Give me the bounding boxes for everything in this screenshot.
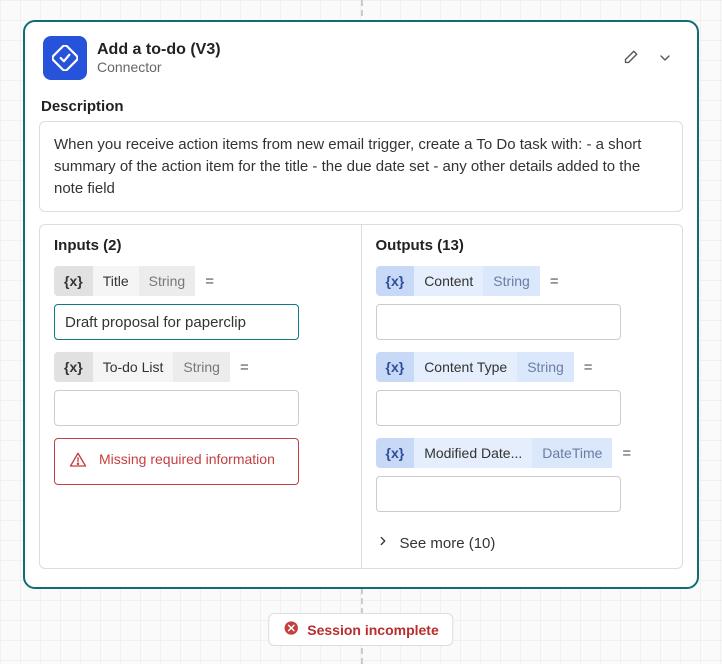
warning-icon bbox=[69, 451, 87, 472]
param-type: DateTime bbox=[532, 438, 612, 468]
equals-sign: = bbox=[620, 445, 633, 462]
param-pill[interactable]: {x} Content Type String bbox=[376, 352, 574, 382]
token-icon: {x} bbox=[376, 352, 415, 382]
equals-sign: = bbox=[238, 359, 251, 376]
token-icon: {x} bbox=[54, 352, 93, 382]
input-value-field[interactable] bbox=[54, 304, 299, 340]
param-pill[interactable]: {x} Content String bbox=[376, 266, 540, 296]
error-text: Missing required information bbox=[99, 451, 275, 467]
param-name: Title bbox=[93, 266, 139, 296]
equals-sign: = bbox=[203, 273, 216, 290]
output-param: {x} Content String = bbox=[376, 266, 669, 340]
token-icon: {x} bbox=[376, 438, 415, 468]
param-pill[interactable]: {x} To-do List String bbox=[54, 352, 230, 382]
session-status-chip[interactable]: Session incomplete bbox=[268, 613, 453, 646]
card-title: Add a to-do (V3) bbox=[97, 41, 611, 59]
inputs-title: Inputs (2) bbox=[54, 237, 347, 254]
output-value-field[interactable] bbox=[376, 390, 621, 426]
param-type: String bbox=[173, 352, 230, 382]
param-type: String bbox=[517, 352, 574, 382]
error-message: Missing required information bbox=[54, 438, 299, 485]
param-name: To-do List bbox=[93, 352, 174, 382]
param-name: Content bbox=[414, 266, 483, 296]
chevron-down-icon[interactable] bbox=[657, 50, 673, 66]
param-type: String bbox=[483, 266, 540, 296]
param-pill[interactable]: {x} Title String bbox=[54, 266, 195, 296]
description-label: Description bbox=[39, 92, 683, 121]
param-type: String bbox=[139, 266, 196, 296]
session-status-text: Session incomplete bbox=[307, 622, 438, 638]
input-param: {x} To-do List String = bbox=[54, 352, 347, 426]
outputs-panel: Outputs (13) {x} Content String = {x} bbox=[361, 225, 683, 568]
input-param: {x} Title String = bbox=[54, 266, 347, 340]
inputs-panel: Inputs (2) {x} Title String = {x} To-d bbox=[40, 225, 361, 568]
description-text: When you receive action items from new e… bbox=[39, 121, 683, 212]
edit-icon[interactable] bbox=[621, 49, 639, 67]
see-more-button[interactable]: See more (10) bbox=[376, 524, 669, 552]
equals-sign: = bbox=[548, 273, 561, 290]
connector-icon bbox=[43, 36, 87, 80]
output-value-field[interactable] bbox=[376, 304, 621, 340]
token-icon: {x} bbox=[376, 266, 415, 296]
output-value-field[interactable] bbox=[376, 476, 621, 512]
action-card: Add a to-do (V3) Connector Description W… bbox=[23, 20, 699, 589]
token-icon: {x} bbox=[54, 266, 93, 296]
card-header: Add a to-do (V3) Connector bbox=[39, 32, 683, 92]
param-name: Content Type bbox=[414, 352, 517, 382]
card-subtitle: Connector bbox=[97, 59, 611, 75]
output-param: {x} Content Type String = bbox=[376, 352, 669, 426]
output-param: {x} Modified Date... DateTime = bbox=[376, 438, 669, 512]
equals-sign: = bbox=[582, 359, 595, 376]
outputs-title: Outputs (13) bbox=[376, 237, 669, 254]
param-name: Modified Date... bbox=[414, 438, 532, 468]
param-pill[interactable]: {x} Modified Date... DateTime bbox=[376, 438, 613, 468]
error-circle-icon bbox=[283, 620, 299, 639]
chevron-right-icon bbox=[376, 534, 390, 552]
see-more-label: See more (10) bbox=[400, 535, 496, 552]
input-value-field[interactable] bbox=[54, 390, 299, 426]
